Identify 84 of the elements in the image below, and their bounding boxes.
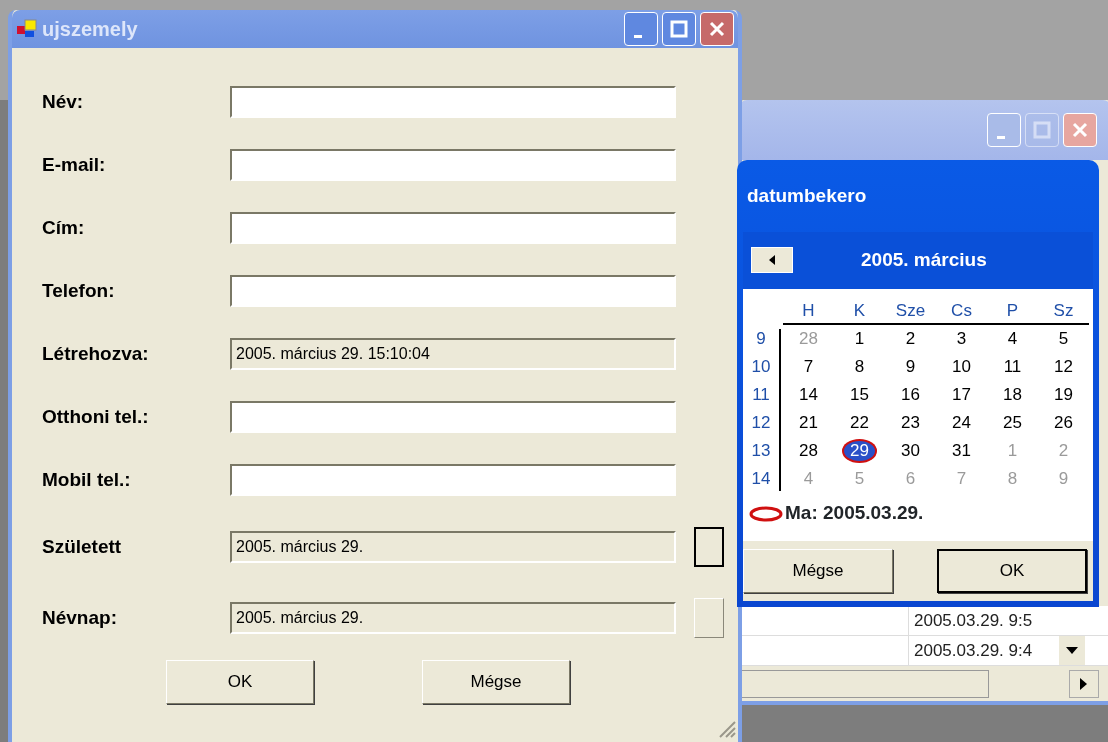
cancel-button[interactable]: Mégse — [422, 660, 570, 704]
field-label: Mobil tel.: — [42, 467, 132, 492]
day-number[interactable]: 1 — [848, 328, 871, 349]
field-label: Telefon: — [42, 278, 116, 303]
close-icon — [1070, 120, 1090, 140]
day-number[interactable]: 24 — [946, 412, 977, 433]
app-icon — [16, 19, 38, 39]
readonly-field[interactable]: 2005. március 29. 15:10:04 — [230, 338, 676, 370]
ok-button[interactable]: OK — [937, 549, 1087, 593]
weekday-header: H — [783, 296, 834, 325]
field-label: Született — [42, 534, 123, 559]
weekday-header: K — [834, 296, 885, 325]
readonly-field[interactable]: 2005. március 29. — [230, 531, 676, 563]
day-number[interactable]: 15 — [844, 384, 875, 405]
input-field[interactable] — [230, 149, 676, 181]
week-number: 13 — [750, 439, 772, 462]
day-number[interactable]: 4 — [1001, 328, 1024, 349]
today-label: Ma: 2005.03.29. — [785, 500, 924, 525]
day-number[interactable]: 5 — [1052, 328, 1075, 349]
week-number: 10 — [750, 355, 772, 378]
readonly-field[interactable]: 2005. március 29. — [230, 602, 676, 634]
day-number[interactable]: 10 — [946, 356, 977, 377]
day-number[interactable]: 17 — [946, 384, 977, 405]
day-number[interactable]: 23 — [895, 412, 926, 433]
maximize-icon — [669, 19, 689, 39]
caret-right-icon — [1080, 678, 1088, 690]
day-number[interactable]: 28 — [793, 440, 824, 461]
picker-button[interactable] — [694, 527, 724, 567]
weekday-header: Sz — [1038, 296, 1089, 325]
weekday-header: Cs — [936, 296, 987, 325]
day-number[interactable]: 8 — [848, 356, 871, 377]
field-label: Cím: — [42, 215, 86, 240]
day-number[interactable]: 31 — [946, 440, 977, 461]
maximize-button[interactable] — [662, 12, 696, 46]
close-icon — [707, 19, 727, 39]
day-number[interactable]: 25 — [997, 412, 1028, 433]
scroll-down-button[interactable] — [1059, 636, 1085, 665]
minimize-button[interactable] — [624, 12, 658, 46]
day-number[interactable]: 16 — [895, 384, 926, 405]
weekday-header: P — [987, 296, 1038, 325]
close-button[interactable] — [700, 12, 734, 46]
day-number[interactable]: 22 — [844, 412, 875, 433]
day-number[interactable]: 2 — [899, 328, 922, 349]
day-number[interactable]: 18 — [997, 384, 1028, 405]
input-field[interactable] — [230, 464, 676, 496]
day-number[interactable]: 3 — [950, 328, 973, 349]
day-number[interactable]: 9 — [899, 356, 922, 377]
weekday-header: Sze — [885, 296, 936, 325]
week-number: 11 — [751, 383, 771, 406]
field-label: Név: — [42, 89, 85, 114]
window-title: ujszemely — [42, 17, 139, 42]
day-number[interactable]: 14 — [793, 384, 824, 405]
caret-down-icon — [1066, 646, 1078, 655]
day-number[interactable]: 21 — [793, 412, 824, 433]
scroll-right-button[interactable] — [1069, 670, 1099, 698]
day-number[interactable]: 30 — [895, 440, 926, 461]
input-field[interactable] — [230, 212, 676, 244]
day-number[interactable]: 11 — [997, 356, 1028, 377]
minimize-icon — [997, 135, 1005, 139]
input-field[interactable] — [230, 275, 676, 307]
table-cell-text: 2005.03.29. 9:4 — [913, 640, 1034, 662]
field-label: E-mail: — [42, 152, 107, 177]
day-number[interactable]: 7 — [797, 356, 820, 377]
minimize-icon — [634, 34, 642, 38]
day-number[interactable]: 26 — [1048, 412, 1079, 433]
ok-button[interactable]: OK — [166, 660, 314, 704]
input-field[interactable] — [230, 86, 676, 118]
maximize-icon — [1032, 120, 1052, 140]
caret-left-icon — [769, 255, 775, 266]
input-field[interactable] — [230, 401, 676, 433]
table-cell-text: 2005.03.29. 9:5 — [913, 610, 1034, 632]
window-title: datumbekero — [747, 183, 868, 208]
cancel-button[interactable]: Mégse — [743, 549, 893, 593]
week-number: 9 — [755, 327, 767, 350]
field-label: Létrehozva: — [42, 341, 150, 366]
field-label: Névnap: — [42, 605, 118, 630]
week-number: 14 — [750, 467, 772, 490]
month-label: 2005. március — [861, 248, 987, 272]
day-number[interactable]: 12 — [1048, 356, 1079, 377]
field-label: Otthoni tel.: — [42, 404, 150, 429]
previous-month-button[interactable] — [751, 247, 793, 274]
week-number: 12 — [750, 411, 772, 434]
day-number[interactable]: 19 — [1048, 384, 1079, 405]
day-number[interactable]: 29 — [844, 440, 875, 461]
